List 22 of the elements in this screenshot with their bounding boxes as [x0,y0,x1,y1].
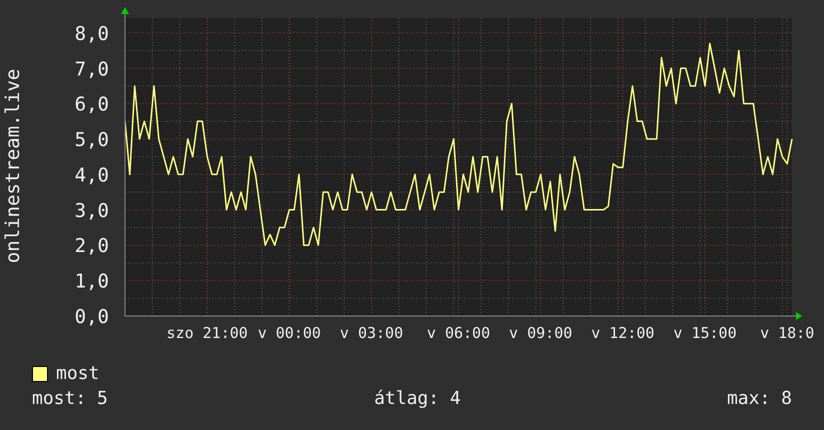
x-tick-label: v 12:00 [591,324,654,342]
stat-value: átlag: 4 [374,388,461,409]
y-tick-label: 2,0 [74,235,109,258]
stat-value: most: 5 [32,388,108,409]
x-tick-label: szo 21:00 [166,324,248,342]
stat-value: max: 8 [726,388,792,409]
y-tick-label: 5,0 [74,129,109,152]
x-tick-label: v 09:00 [509,324,572,342]
x-tick-label: v 15:00 [673,324,737,342]
x-tick-label: v 06:00 [426,324,490,342]
x-tick-label: v 18:0 [760,324,814,342]
x-tick-label: v 03:00 [340,324,404,342]
legend-label: most [56,363,100,384]
y-tick-label: 1,0 [74,270,109,293]
y-tick-label: 6,0 [74,94,109,116]
y-tick-label: 8,0 [74,22,109,45]
y-tick-label: 7,0 [74,58,109,80]
y-tick-label: 0,0 [74,306,109,328]
y-axis-title: onlinestream.live [2,68,24,264]
x-tick-label: v 00:00 [258,324,321,342]
y-tick-label: 4,0 [74,164,109,186]
y-tick-label: 3,0 [74,200,109,222]
